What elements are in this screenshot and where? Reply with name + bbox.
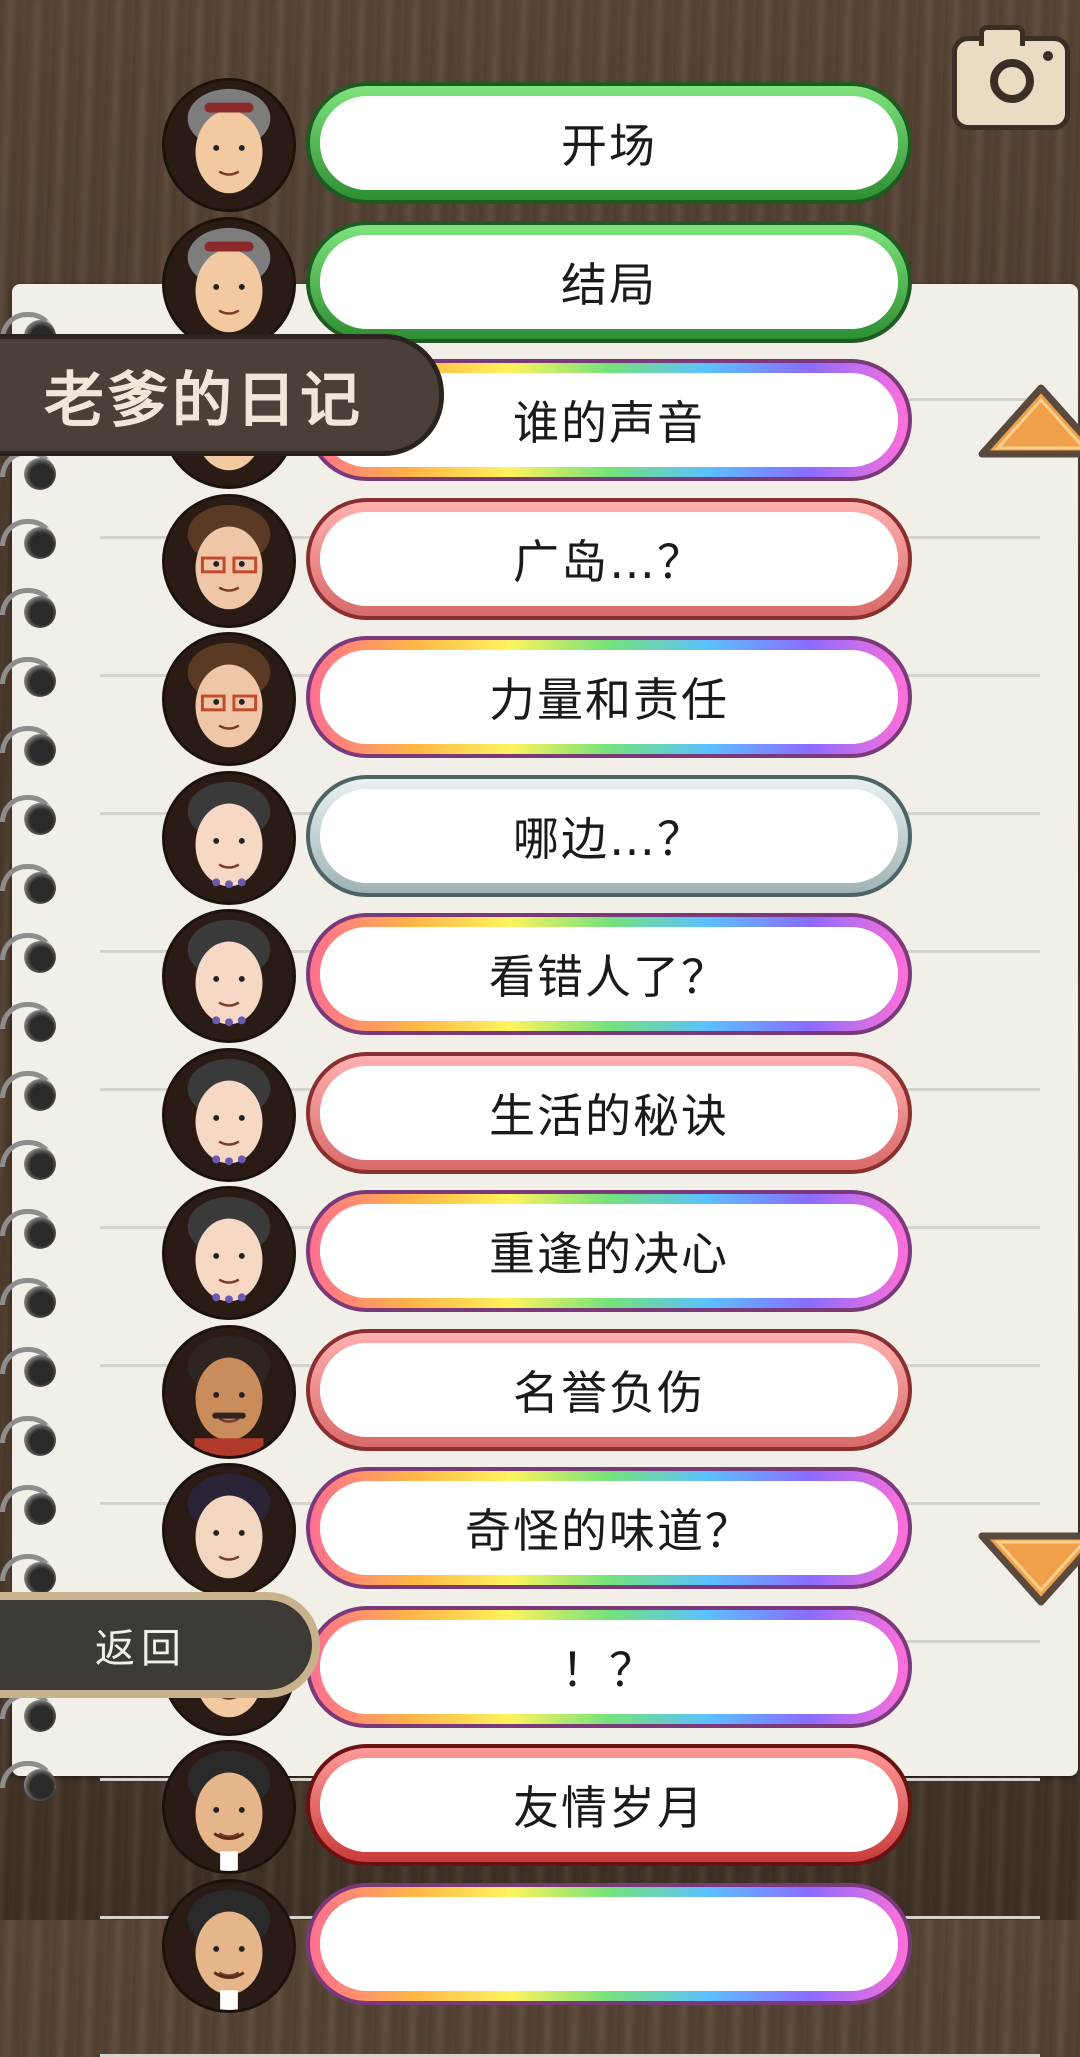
- episode-row[interactable]: 重逢的决心: [160, 1186, 920, 1320]
- character-avatar: [162, 493, 296, 628]
- character-avatar: [162, 909, 296, 1043]
- episode-button-face: 结局: [320, 234, 898, 329]
- episode-row[interactable]: 广岛…？: [160, 493, 920, 628]
- binder-ring: [0, 1209, 64, 1249]
- episode-button[interactable]: 名誉负伤: [306, 1328, 912, 1451]
- episode-row[interactable]: 力量和责任: [160, 632, 920, 766]
- binder-ring: [0, 1554, 64, 1594]
- diary-title-tab: 老爹的日记: [0, 334, 444, 456]
- episode-row[interactable]: 开场: [160, 78, 920, 212]
- binder-ring: [0, 450, 64, 490]
- binder-ring: [0, 657, 64, 697]
- binder-ring: [0, 1347, 64, 1387]
- episode-title: 哪边…？: [513, 811, 705, 866]
- episode-row[interactable]: 哪边…？: [160, 770, 920, 905]
- back-button[interactable]: 返回: [0, 1592, 320, 1698]
- scroll-up-button[interactable]: [976, 382, 1080, 462]
- character-avatar: [162, 632, 296, 766]
- binder-ring: [0, 795, 64, 835]
- character-avatar: [162, 1324, 296, 1459]
- binder-ring: [0, 519, 64, 559]
- binder-ring: [0, 933, 64, 973]
- episode-row[interactable]: 看错人了？: [160, 909, 920, 1043]
- episode-title: 结局: [561, 257, 657, 312]
- character-avatar: [162, 1740, 296, 1874]
- episode-button-face: [320, 1896, 898, 1991]
- episode-button[interactable]: 重逢的决心: [306, 1190, 912, 1312]
- binder-ring: [0, 1692, 64, 1732]
- character-avatar: [162, 216, 296, 351]
- episode-button[interactable]: 力量和责任: [306, 636, 912, 758]
- episode-title: 生活的秘诀: [489, 1088, 729, 1143]
- episode-row[interactable]: 友情岁月: [160, 1740, 920, 1874]
- episode-button-face: 奇怪的味道？: [320, 1481, 898, 1575]
- episode-title: 看错人了？: [489, 950, 729, 1004]
- triangle-down-icon: [978, 1532, 1080, 1606]
- episode-button[interactable]: [306, 1882, 912, 2005]
- episode-button-face: 名誉负伤: [320, 1342, 898, 1437]
- binder-ring: [0, 588, 64, 628]
- episode-title: 奇怪的味道？: [465, 1504, 753, 1558]
- episode-button-face: 广岛…？: [320, 511, 898, 606]
- binder-ring: [0, 1485, 64, 1525]
- episode-button-face: 看错人了？: [320, 927, 898, 1021]
- binder-ring: [0, 864, 64, 904]
- character-avatar: [162, 1047, 296, 1182]
- episode-button-face: 生活的秘诀: [320, 1065, 898, 1160]
- character-avatar: [162, 1186, 296, 1320]
- episode-button[interactable]: 生活的秘诀: [306, 1051, 912, 1174]
- binder-ring: [0, 1002, 64, 1042]
- episode-title: 开场: [561, 119, 657, 173]
- back-label: 返回: [95, 1626, 187, 1672]
- episode-button-face: 友情岁月: [320, 1758, 898, 1852]
- episode-button-face: ！？: [320, 1619, 898, 1714]
- episode-row[interactable]: 奇怪的味道？: [160, 1463, 920, 1597]
- character-avatar: [162, 78, 296, 212]
- triangle-up-icon: [978, 384, 1080, 458]
- episode-row[interactable]: 结局: [160, 216, 920, 351]
- page-title: 老爹的日记: [44, 365, 364, 436]
- episode-row[interactable]: [160, 1878, 920, 2013]
- episode-title: 重逢的决心: [489, 1227, 729, 1281]
- binder-ring: [0, 1416, 64, 1456]
- episode-title: 友情岁月: [513, 1781, 705, 1835]
- scroll-down-button[interactable]: [976, 1528, 1080, 1608]
- episode-button-face: 开场: [320, 96, 898, 190]
- episode-button[interactable]: 开场: [306, 82, 912, 204]
- episode-title: 名誉负伤: [513, 1365, 705, 1420]
- episode-row[interactable]: 名誉负伤: [160, 1324, 920, 1459]
- episode-button-face: 重逢的决心: [320, 1204, 898, 1298]
- episode-title: 谁的声音: [513, 396, 705, 450]
- binder-ring: [0, 1140, 64, 1180]
- episode-button[interactable]: 哪边…？: [306, 774, 912, 897]
- episode-button[interactable]: 结局: [306, 220, 912, 343]
- character-avatar: [162, 1463, 296, 1597]
- binder-ring: [0, 726, 64, 766]
- episode-button[interactable]: 广岛…？: [306, 497, 912, 620]
- episode-button[interactable]: 奇怪的味道？: [306, 1467, 912, 1589]
- camera-icon[interactable]: [952, 25, 1070, 130]
- character-avatar: [162, 1878, 296, 2013]
- binder-ring: [0, 1278, 64, 1318]
- episode-row[interactable]: 生活的秘诀: [160, 1047, 920, 1182]
- character-avatar: [162, 770, 296, 905]
- episode-title: ！？: [561, 1642, 657, 1697]
- binder-ring: [0, 1071, 64, 1111]
- binder-ring: [0, 1761, 64, 1801]
- episode-button-face: 哪边…？: [320, 788, 898, 883]
- episode-button-face: 力量和责任: [320, 650, 898, 744]
- episode-button[interactable]: 看错人了？: [306, 913, 912, 1035]
- episode-title: 力量和责任: [489, 673, 729, 727]
- episode-title: 广岛…？: [513, 534, 705, 589]
- episode-button[interactable]: 友情岁月: [306, 1744, 912, 1866]
- episode-button[interactable]: ！？: [306, 1605, 912, 1728]
